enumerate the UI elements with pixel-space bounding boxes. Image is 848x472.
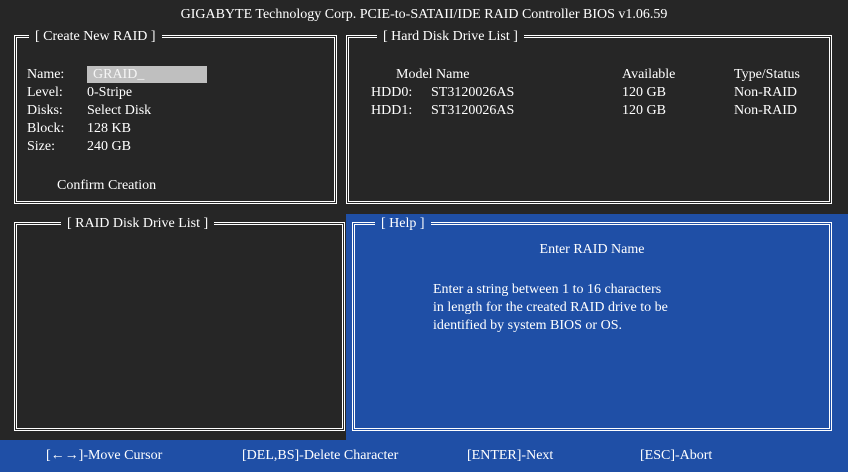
enter-next-hint: [ENTER]-Next (467, 448, 554, 463)
key-hint-bar: [←→]-Move Cursor [DEL,BS]-Delete Charact… (0, 440, 848, 472)
hdd-model: ST3120026AS (431, 103, 515, 118)
name-label: Name: (27, 67, 65, 82)
hdd-id: HDD1: (371, 103, 413, 118)
bios-title: GIGABYTE Technology Corp. PCIE-to-SATAII… (180, 7, 668, 22)
help-panel-title: [ Help ] (375, 216, 431, 232)
block-label: Block: (27, 121, 65, 136)
raid-name-input[interactable]: GRAID_ (87, 66, 207, 83)
available-header: Available (622, 67, 676, 82)
hdd-list-panel: [ Hard Disk Drive List ] Model Name Avai… (346, 29, 832, 204)
help-heading: Enter RAID Name (539, 242, 645, 257)
confirm-creation-button[interactable]: Confirm Creation (57, 177, 156, 195)
size-label: Size: (27, 139, 55, 154)
disks-row[interactable]: Disks: Select Disk (27, 102, 151, 120)
hdd-model: ST3120026AS (431, 85, 515, 100)
block-value[interactable]: 128 KB (87, 120, 131, 138)
hdd-row[interactable]: HDD1: ST3120026AS 120 GB Non-RAID (349, 102, 829, 120)
block-row[interactable]: Block: 128 KB (27, 120, 131, 138)
disks-label: Disks: (27, 103, 63, 118)
help-line: Enter a string between 1 to 16 character… (433, 282, 662, 297)
help-panel: [ Help ] Enter RAID Name Enter a string … (352, 216, 832, 431)
esc-abort-hint: [ESC]-Abort (640, 448, 713, 463)
hdd-available: 120 GB (622, 103, 666, 118)
type-status-header: Type/Status (734, 67, 800, 82)
hdd-row[interactable]: HDD0: ST3120026AS 120 GB Non-RAID (349, 84, 829, 102)
create-raid-panel-title: [ Create New RAID ] (29, 29, 162, 45)
size-row[interactable]: Size: 240 GB (27, 138, 131, 156)
disks-value[interactable]: Select Disk (87, 102, 151, 120)
help-line: identified by system BIOS or OS. (433, 318, 622, 333)
create-raid-panel: [ Create New RAID ] Name: GRAID_ Level: 0-… (14, 29, 337, 204)
raid-list-panel-title: [ RAID Disk Drive List ] (61, 216, 215, 232)
level-row[interactable]: Level: 0-Stripe (27, 84, 132, 102)
level-label: Level: (27, 85, 63, 100)
help-text: Enter a string between 1 to 16 character… (433, 281, 668, 335)
hdd-list-panel-title: [ Hard Disk Drive List ] (377, 29, 524, 45)
move-cursor-hint: [←→]-Move Cursor (46, 448, 163, 463)
delete-character-hint: [DEL,BS]-Delete Character (242, 448, 399, 463)
hdd-available: 120 GB (622, 85, 666, 100)
help-line: in length for the created RAID drive to … (433, 300, 668, 315)
hdd-type: Non-RAID (734, 85, 797, 100)
hdd-type: Non-RAID (734, 103, 797, 118)
hdd-list-header: Model Name Available Type/Status (349, 66, 829, 84)
size-value[interactable]: 240 GB (87, 138, 131, 156)
raid-list-panel: [ RAID Disk Drive List ] (14, 216, 345, 431)
name-row: Name: GRAID_ (27, 66, 207, 84)
model-name-header: Model Name (396, 67, 470, 82)
level-value[interactable]: 0-Stripe (87, 84, 132, 102)
hdd-id: HDD0: (371, 85, 413, 100)
